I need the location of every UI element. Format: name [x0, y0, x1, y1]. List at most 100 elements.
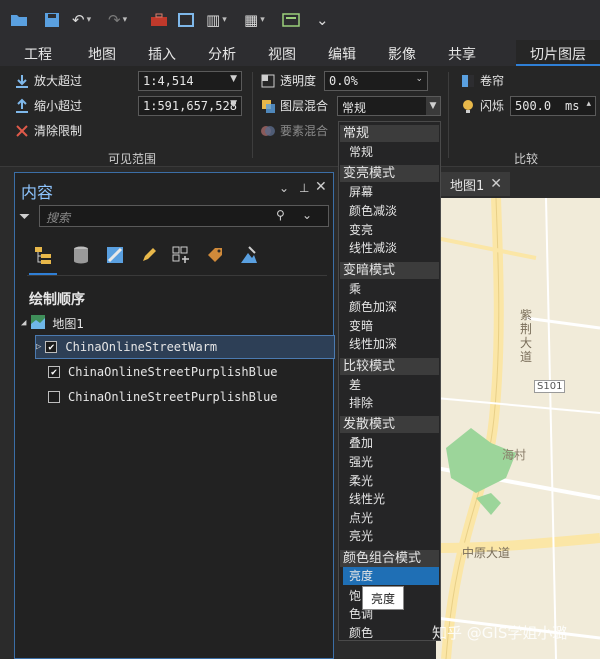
pin-icon[interactable]: ⊥ [299, 181, 309, 195]
transparency-combo[interactable]: 0.0% ⌄ [324, 71, 428, 91]
dropdown-option[interactable]: 强光 [349, 453, 373, 470]
map-tree-node[interactable]: ◢ 地图1 [21, 311, 333, 335]
dropdown-option[interactable]: 线性加深 [349, 335, 397, 352]
expand-triangle-icon[interactable]: ▷ [36, 342, 41, 352]
layer-blend-combo[interactable]: 常规 ▼ [337, 96, 441, 116]
dropdown-option[interactable]: 排除 [349, 394, 373, 411]
filter-icon[interactable]: ⏷ [19, 209, 30, 225]
layer-visibility-checkbox[interactable] [48, 391, 60, 403]
dropdown-option[interactable]: 饱 [349, 587, 361, 604]
catalog-icon[interactable] [178, 10, 194, 30]
list-by-drawing-order-icon[interactable] [31, 243, 55, 267]
map-icon [30, 314, 46, 333]
flicker-rate-input[interactable]: 500.0 ms ▴ [510, 96, 596, 116]
list-by-snapping-icon[interactable] [169, 243, 193, 267]
tab-map[interactable]: 地图 [88, 44, 116, 64]
clear-limits-button[interactable]: 清除限制 [14, 122, 82, 139]
zoom-in-beyond-button[interactable]: 放大超过 [14, 72, 82, 89]
dropdown-option[interactable]: 常规 [349, 143, 373, 160]
layer-row[interactable]: ChinaOnlineStreetPurplishBlue [35, 385, 335, 409]
list-by-perspective-imagery-icon[interactable] [237, 243, 261, 267]
map-tab-label: 地图1 [450, 178, 485, 194]
stepper-icon[interactable]: ▴ [586, 99, 591, 109]
road-label: 紫荆大道 [520, 308, 533, 364]
layer-name: ChinaOnlineStreetWarm [65, 340, 218, 354]
dropdown-group-header: 变暗模式 [340, 262, 439, 279]
zoom-out-scale-combo[interactable]: 1:591,657,528 ▼ [138, 96, 242, 116]
tab-tile-layer[interactable]: 切片图层 [516, 40, 600, 66]
map-name: 地图1 [52, 316, 85, 331]
transparency-label-group: 透明度 [260, 72, 316, 89]
dropdown-option[interactable]: 线性减淡 [349, 239, 397, 256]
dropdown-option[interactable]: 变亮 [349, 221, 373, 238]
dropdown-group-header: 变亮模式 [340, 165, 439, 182]
dropdown-option-highlighted[interactable]: 亮度 [343, 567, 439, 585]
dropdown-option[interactable]: 柔光 [349, 472, 373, 489]
tab-analysis[interactable]: 分析 [208, 44, 236, 64]
customize-chevron-icon[interactable]: ⌄ [316, 10, 329, 30]
layer-visibility-checkbox[interactable]: ✔ [45, 341, 58, 353]
python-icon[interactable]: ▦ ▾ [244, 10, 265, 30]
collapse-triangle-icon[interactable]: ◢ [21, 318, 26, 328]
flicker-rate-value: 500.0 [515, 99, 552, 113]
list-by-labeling-icon[interactable] [203, 243, 227, 267]
tab-imagery[interactable]: 影像 [388, 44, 416, 64]
feature-blend-label: 要素混合 [280, 124, 329, 138]
toolbox-icon[interactable] [150, 10, 168, 30]
dropdown-option[interactable]: 颜色 [349, 624, 373, 641]
close-icon[interactable]: ✕ [490, 176, 502, 192]
dropdown-option[interactable]: 差 [349, 376, 361, 393]
visible-range-caption: 可见范围 [108, 152, 157, 166]
list-by-source-icon[interactable] [69, 243, 93, 267]
tooltip: 亮度 [362, 586, 404, 610]
save-icon[interactable] [44, 10, 60, 30]
zoom-in-scale-combo[interactable]: 1:4,514 ▼ [138, 71, 242, 91]
list-by-selection-icon[interactable] [103, 243, 127, 267]
open-folder-icon[interactable] [10, 10, 28, 30]
search-options-chevron-icon[interactable]: ⌄ [302, 208, 312, 222]
ribbon-tabs: 工程 地图 插入 分析 视图 编辑 影像 共享 切片图层 [0, 40, 600, 66]
drawing-order-title: 绘制顺序 [29, 292, 85, 308]
layer-row[interactable]: ✔ ChinaOnlineStreetPurplishBlue [35, 360, 335, 384]
list-by-editing-icon[interactable] [137, 243, 161, 267]
map-view[interactable]: 紫荆大道 S101 海村 中原大道 [436, 198, 600, 659]
tab-insert[interactable]: 插入 [148, 44, 176, 64]
place-label: 海村 [502, 448, 527, 462]
dropdown-option[interactable]: 点光 [349, 509, 373, 526]
transparency-value: 0.0% [329, 74, 358, 88]
redo-icon[interactable]: ↷ ▾ [108, 10, 127, 30]
dropdown-option[interactable]: 亮光 [349, 527, 373, 544]
layout-icon[interactable]: ▥ ▾ [206, 10, 227, 30]
layer-blend-value: 常规 [342, 101, 367, 115]
tab-edit[interactable]: 编辑 [328, 44, 356, 64]
compare-caption: 比较 [514, 152, 539, 166]
tab-share[interactable]: 共享 [448, 44, 476, 64]
dropdown-option[interactable]: 颜色减淡 [349, 202, 397, 219]
layer-blend-icon [260, 98, 276, 114]
dropdown-option[interactable]: 线性光 [349, 490, 385, 507]
dropdown-option[interactable]: 乘 [349, 280, 361, 297]
pane-menu-chevron-icon[interactable]: ⌄ [279, 181, 289, 195]
dropdown-option[interactable]: 变暗 [349, 317, 373, 334]
dropdown-option[interactable]: 叠加 [349, 434, 373, 451]
search-input[interactable]: 搜索 ⚲ ⌄ [39, 205, 329, 227]
map-view-tab[interactable]: 地图1 ✕ [436, 172, 510, 196]
undo-icon[interactable]: ↶ ▾ [72, 10, 91, 30]
chevron-down-icon[interactable]: ▼ [426, 97, 440, 115]
dropdown-option[interactable]: 颜色加深 [349, 298, 397, 315]
zoom-out-beyond-button[interactable]: 缩小超过 [14, 97, 82, 114]
model-icon[interactable] [282, 10, 300, 30]
dropdown-group-header: 常规 [340, 125, 439, 142]
dropdown-group-header: 颜色组合模式 [340, 550, 439, 567]
tab-view[interactable]: 视图 [268, 44, 296, 64]
dropdown-option[interactable]: 屏幕 [349, 183, 373, 200]
layer-row[interactable]: ▷ ✔ ChinaOnlineStreetWarm [35, 335, 335, 359]
search-icon[interactable]: ⚲ [276, 208, 285, 222]
swipe-button[interactable]: 卷帘 [460, 72, 504, 89]
clear-limits-icon [14, 123, 30, 139]
close-icon[interactable]: ✕ [315, 179, 327, 195]
tab-project[interactable]: 工程 [24, 44, 52, 64]
highway-shield: S101 [534, 380, 566, 393]
layer-blend-label-group: 图层混合 [260, 97, 328, 114]
layer-visibility-checkbox[interactable]: ✔ [48, 366, 60, 378]
